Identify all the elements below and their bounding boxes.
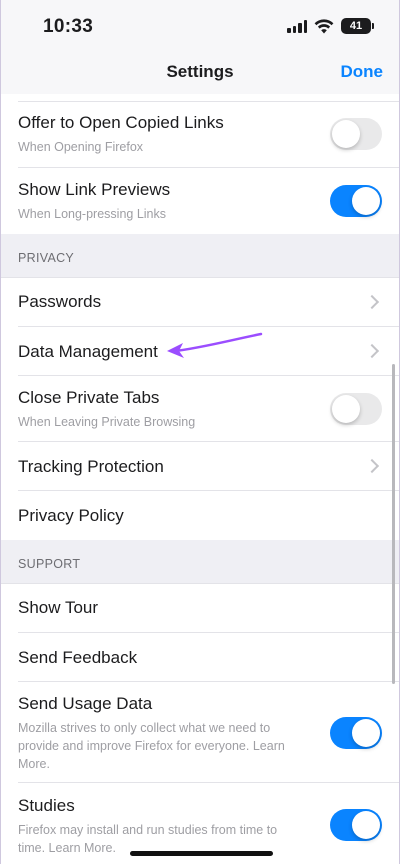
status-time: 10:33 [43, 16, 94, 37]
section-header-privacy: PRIVACY [1, 234, 399, 278]
row-title: Send Usage Data [18, 694, 153, 713]
learn-more-link[interactable]: More. [18, 755, 50, 773]
show-link-previews-toggle[interactable] [330, 185, 382, 217]
list-item-offer-copied-links[interactable]: Offer to Open Copied Links When Opening … [1, 102, 399, 168]
cellular-signal-icon [287, 19, 307, 33]
section-header-support: SUPPORT [1, 540, 399, 584]
offer-copied-links-toggle[interactable] [330, 118, 382, 150]
list-item-tracking-protection[interactable]: Tracking Protection [1, 442, 399, 491]
row-title: Offer to Open Copied Links [18, 113, 224, 132]
row-subtitle: When Leaving Private Browsing [18, 415, 196, 429]
list-item-close-private-tabs[interactable]: Close Private Tabs When Leaving Private … [1, 376, 399, 442]
chevron-right-icon [364, 458, 380, 474]
support-group: Show Tour Send Feedback Send Usage Data … [1, 584, 399, 864]
row-title: Studies [18, 796, 75, 815]
privacy-group: Passwords Data Management Close Private … [1, 278, 399, 540]
list-item-show-link-previews[interactable]: Show Link Previews When Long-pressing Li… [1, 168, 399, 234]
row-title: Close Private Tabs [18, 388, 160, 407]
settings-list: Offer to Open Copied Links When Opening … [1, 94, 399, 864]
general-group: Offer to Open Copied Links When Opening … [1, 94, 399, 234]
row-title: Privacy Policy [18, 506, 124, 525]
row-title: Data Management [18, 342, 158, 361]
list-item-partial [1, 94, 399, 102]
row-subtitle-line: time. Learn More. [18, 841, 116, 855]
row-title: Send Feedback [18, 648, 138, 667]
scroll-indicator[interactable] [392, 364, 395, 684]
wifi-icon [314, 18, 334, 33]
row-subtitle-line: provide and improve Firefox for everyone… [18, 739, 285, 753]
row-title: Show Tour [18, 598, 99, 617]
section-header-label: SUPPORT [18, 557, 81, 571]
row-subtitle: When Opening Firefox [18, 140, 144, 154]
battery-icon: 41 [341, 18, 374, 34]
list-item-show-tour[interactable]: Show Tour [1, 584, 399, 633]
chevron-right-icon [364, 343, 380, 359]
row-subtitle: When Long-pressing Links [18, 207, 166, 221]
row-subtitle-line: Mozilla strives to only collect what we … [18, 721, 271, 735]
navigation-bar: Settings Done [1, 50, 399, 94]
row-title: Tracking Protection [18, 457, 164, 476]
list-item-send-feedback[interactable]: Send Feedback [1, 633, 399, 682]
row-title: Passwords [18, 292, 102, 311]
page-title: Settings [166, 62, 234, 81]
list-item-passwords[interactable]: Passwords [1, 278, 399, 327]
chevron-right-icon [364, 294, 380, 310]
section-header-label: PRIVACY [18, 251, 75, 265]
close-private-tabs-toggle[interactable] [330, 393, 382, 425]
settings-screen: 10:33 41 Settings Done Offer to Open Cop… [0, 0, 400, 864]
status-icons: 41 [287, 17, 374, 35]
row-subtitle-line: Firefox may install and run studies from… [18, 823, 278, 837]
studies-toggle[interactable] [330, 809, 382, 841]
home-indicator[interactable] [130, 851, 273, 856]
row-title: Show Link Previews [18, 180, 171, 199]
list-item-privacy-policy[interactable]: Privacy Policy [1, 491, 399, 540]
done-button[interactable]: Done [341, 62, 384, 82]
annotation-arrow-icon [167, 332, 263, 358]
send-usage-data-toggle[interactable] [330, 717, 382, 749]
status-bar: 10:33 41 [1, 0, 399, 50]
list-item-send-usage-data[interactable]: Send Usage Data Mozilla strives to only … [1, 682, 399, 783]
